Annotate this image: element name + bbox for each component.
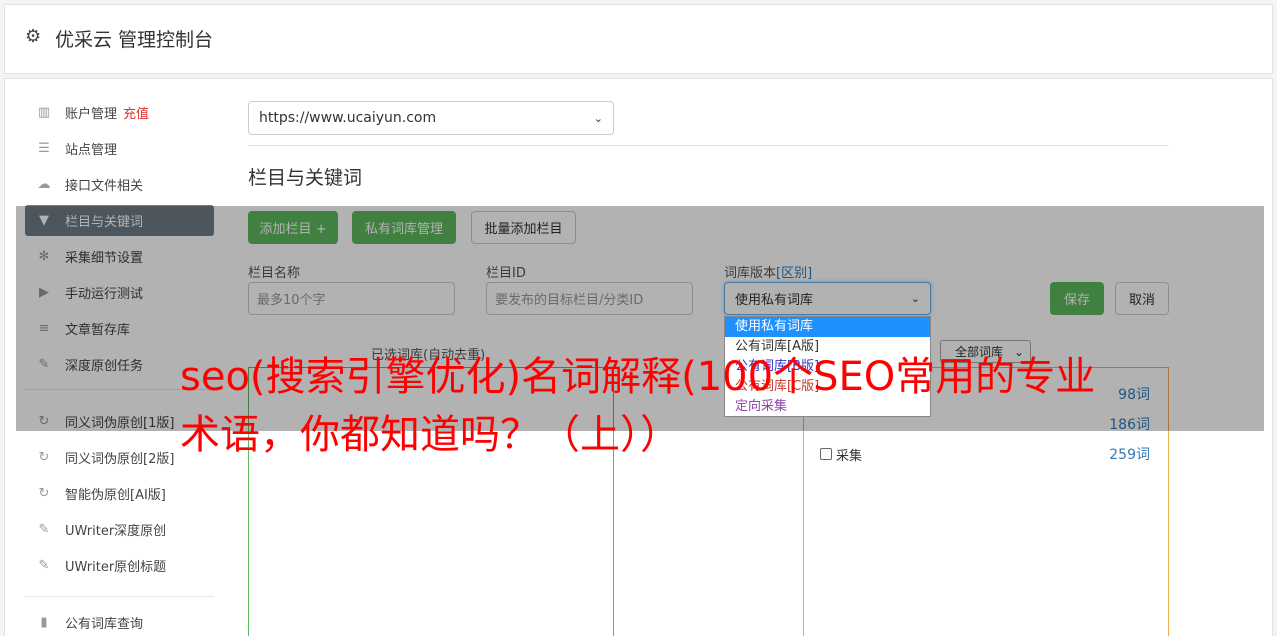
sidebar-item-sites[interactable]: ☰ 站点管理: [25, 133, 214, 164]
headline-overlay-text: seo(搜索引擎优化)名词解释(100个SEO常用的专业术语，你都知道吗？（上）…: [180, 354, 1096, 458]
site-select[interactable]: https://www.ucaiyun.com ⌄: [248, 101, 614, 135]
section-title: 栏目与关键词: [248, 167, 363, 189]
gear-icon: ⚙: [25, 26, 42, 47]
edit-icon: ✎: [38, 557, 50, 573]
sidebar-item-ai-original[interactable]: ↻ 智能伪原创[AI版]: [25, 478, 214, 509]
app-header: ⚙ 优采云 管理控制台: [4, 4, 1273, 74]
bar-chart-icon: ▥: [37, 104, 51, 120]
sidebar-item-label: UWriter原创标题: [65, 560, 167, 575]
refresh-icon: ↻: [38, 449, 50, 465]
cloud-upload-icon: ☁: [37, 176, 51, 192]
site-select-value: https://www.ucaiyun.com: [259, 110, 437, 126]
sidebar-item-label: 站点管理: [65, 143, 118, 158]
sidebar-item-public-lib[interactable]: ▮ 公有词库查询: [25, 607, 214, 636]
book-icon: ▮: [40, 614, 48, 630]
app-title: 优采云 管理控制台: [55, 29, 214, 51]
sidebar-item-label: 接口文件相关: [65, 179, 144, 194]
divider: [248, 145, 1169, 146]
sidebar-item-uwriter-title[interactable]: ✎ UWriter原创标题: [25, 550, 214, 581]
chevron-down-icon: ⌄: [593, 111, 603, 125]
sidebar-item-label: 账户管理: [65, 107, 118, 122]
refresh-icon: ↻: [38, 485, 50, 501]
sidebar-item-interface[interactable]: ☁ 接口文件相关: [25, 169, 214, 200]
sidebar-item-uwriter-deep[interactable]: ✎ UWriter深度原创: [25, 514, 214, 545]
sidebar-divider: [25, 596, 214, 597]
sidebar-item-label: 同义词伪原创[2版]: [65, 452, 175, 467]
sidebar-item-label: 公有词库查询: [65, 617, 144, 632]
sidebar-item-label: 智能伪原创[AI版]: [65, 488, 166, 503]
edit-icon: ✎: [38, 521, 50, 537]
version-option[interactable]: 使用私有词库: [725, 317, 930, 337]
sidebar-item-label: UWriter深度原创: [65, 524, 167, 539]
recharge-link[interactable]: 充值: [123, 103, 149, 122]
server-icon: ☰: [38, 140, 50, 156]
sidebar-item-account[interactable]: ▥ 账户管理 充值: [25, 97, 214, 128]
